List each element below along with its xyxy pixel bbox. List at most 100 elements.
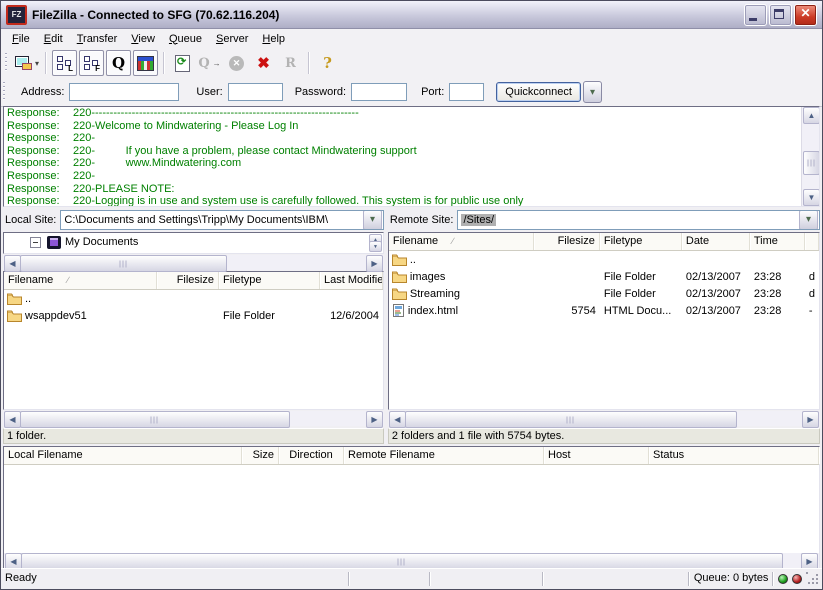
local-tree-hscrollbar[interactable] [3,255,384,270]
combo-dropdown-icon[interactable] [363,210,382,230]
column-header-filetype[interactable]: Filetype [600,233,682,250]
scrollbar-thumb[interactable] [20,255,227,272]
toggle-transfer-grid-button[interactable] [133,50,158,76]
scroll-left-icon[interactable] [4,411,21,428]
column-header-host[interactable]: Host [544,447,649,464]
menu-bar: File Edit Transfer View Queue Server Hel… [1,29,822,49]
cancel-button[interactable]: ✕ [224,50,249,76]
transfer-queue[interactable]: Local Filename Size Direction Remote Fil… [3,446,820,569]
column-header-filesize[interactable]: Filesize [157,272,219,289]
process-queue-button[interactable]: Q → [197,50,222,76]
scroll-right-icon[interactable] [366,255,383,272]
scroll-right-icon[interactable] [366,411,383,428]
local-tree-node[interactable]: My Documents [4,233,383,251]
folder-icon [392,254,407,266]
remote-row-streaming[interactable]: Streaming File Folder 02/13/2007 23:28 d [389,285,819,302]
remote-row-parent[interactable]: .. [389,251,819,268]
local-site-row: Local Site: C:\Documents and Settings\Tr… [3,209,384,230]
log-line: Response:220- www.Mindwatering.com [4,157,819,170]
toggle-remote-tree-button[interactable]: F [79,50,104,76]
quickconnect-bar: Address: User: Password: Port: Quickconn… [1,78,822,107]
local-tree-node-label[interactable]: My Documents [65,236,138,248]
toggle-local-tree-button[interactable]: L [52,50,77,76]
resize-grip[interactable] [806,572,820,586]
menu-transfer[interactable]: Transfer [70,31,125,47]
menu-queue[interactable]: Queue [162,31,209,47]
main-panes: Local Site: C:\Documents and Settings\Tr… [3,209,820,444]
column-header-direction[interactable]: Direction [279,447,344,464]
user-input[interactable] [228,83,283,101]
reconnect-button[interactable]: R [278,50,303,76]
quickconnect-dropdown-button[interactable] [583,81,602,103]
remote-row-images[interactable]: images File Folder 02/13/2007 23:28 d [389,268,819,285]
menu-edit[interactable]: Edit [37,31,70,47]
menu-server[interactable]: Server [209,31,255,47]
menu-help[interactable]: Help [255,31,292,47]
column-header-time[interactable]: Time [750,233,805,250]
column-header-filetype[interactable]: Filetype [219,272,320,289]
menu-file[interactable]: File [5,31,37,47]
scroll-right-icon[interactable] [802,411,819,428]
scrollbar-thumb[interactable] [20,411,290,428]
local-tree[interactable]: My Documents [3,232,384,254]
scrollbar-thumb[interactable] [405,411,737,428]
scroll-left-icon[interactable] [389,411,406,428]
local-site-path[interactable]: C:\Documents and Settings\Tripp\My Docum… [61,214,363,226]
local-site-combo[interactable]: C:\Documents and Settings\Tripp\My Docum… [60,210,384,230]
maximize-button[interactable] [769,4,792,26]
status-ready-text: Ready [1,571,348,587]
remote-list-hscrollbar[interactable] [388,411,820,426]
column-header-status[interactable]: Status [649,447,819,464]
local-tree-scrollbar[interactable] [369,234,382,252]
scroll-left-icon[interactable] [4,255,21,272]
column-header-filename[interactable]: Filename [389,233,534,250]
local-row-parent[interactable]: .. [4,290,383,307]
quickconnect-grip[interactable] [2,82,7,102]
title-bar[interactable]: FZ FileZilla - Connected to SFG (70.62.1… [1,1,822,29]
status-cell [544,571,688,587]
column-header-filename[interactable]: Filename [4,272,157,289]
address-input[interactable] [69,83,179,101]
log-line: Response:220- [4,132,819,145]
toggle-queue-button[interactable]: Q [106,50,131,76]
local-tree-icon: L [57,56,72,70]
log-scrollbar[interactable] [801,107,819,206]
help-button[interactable]: ? [315,50,340,76]
queue-header: Local Filename Size Direction Remote Fil… [4,447,819,465]
local-file-list[interactable]: Filename Filesize Filetype Last Modified… [3,271,384,410]
remote-site-combo[interactable]: /Sites/ [457,210,820,230]
disconnect-button[interactable]: ✖ [251,50,276,76]
collapse-icon[interactable] [30,237,41,248]
connection-error-led-icon [792,574,802,584]
site-manager-dropdown-icon[interactable]: ▾ [35,59,39,68]
site-manager-button[interactable]: ▾ [14,50,40,76]
combo-dropdown-icon[interactable] [799,210,818,230]
remote-site-path[interactable]: /Sites/ [461,214,496,226]
column-header-date[interactable]: Date [682,233,750,250]
local-list-hscrollbar[interactable] [3,411,384,426]
minimize-button[interactable] [744,4,767,26]
column-header-local-filename[interactable]: Local Filename [4,447,242,464]
filezilla-window: FZ FileZilla - Connected to SFG (70.62.1… [0,0,823,590]
scroll-down-icon[interactable] [369,241,382,252]
scroll-down-icon[interactable] [803,189,820,206]
column-header-remote-filename[interactable]: Remote Filename [344,447,544,464]
menu-view[interactable]: View [124,31,162,47]
local-row-wsappdev51[interactable]: wsappdev51 File Folder 12/6/2004 [4,307,383,324]
toolbar-grip[interactable] [4,53,9,73]
quickconnect-button[interactable]: Quickconnect [496,82,581,102]
column-header-last-modified[interactable]: Last Modified [320,272,383,289]
queue-hscrollbar[interactable] [4,553,819,568]
scroll-up-icon[interactable] [803,107,820,124]
remote-row-index-html[interactable]: index.html 5754 HTML Docu... 02/13/2007 … [389,302,819,319]
close-button[interactable] [794,4,817,26]
message-log[interactable]: Response:220----------------------------… [3,106,820,207]
remote-file-list[interactable]: Filename Filesize Filetype Date Time .. [388,232,820,410]
process-queue-icon: Q [198,56,209,71]
password-input[interactable] [351,83,407,101]
port-input[interactable] [449,83,484,101]
column-header-size[interactable]: Size [242,447,279,464]
column-header-filesize[interactable]: Filesize [534,233,600,250]
log-scrollbar-thumb[interactable] [803,151,820,175]
refresh-button[interactable] [170,50,195,76]
